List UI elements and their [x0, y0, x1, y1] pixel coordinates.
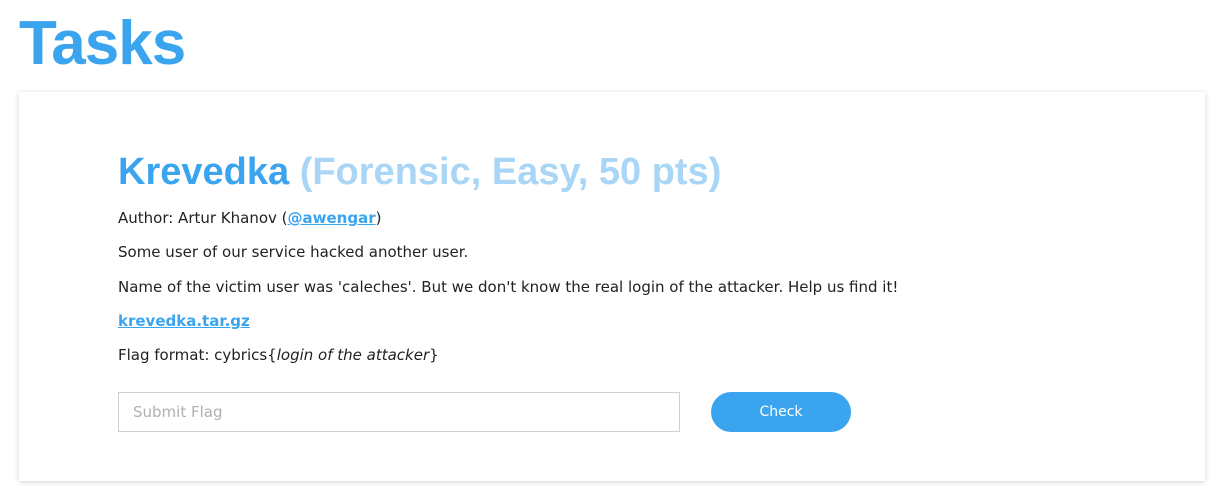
flag-input[interactable]	[118, 392, 680, 432]
author-handle-link[interactable]: @awengar	[288, 209, 376, 227]
flag-format: Flag format: cybrics{login of the attack…	[118, 345, 439, 365]
task-meta: (Forensic, Easy, 50 pts)	[299, 151, 722, 193]
file-download-link[interactable]: krevedka.tar.gz	[118, 312, 250, 330]
task-file: krevedka.tar.gz	[118, 311, 250, 331]
task-card: Krevedka (Forensic, Easy, 50 pts) Author…	[19, 92, 1205, 481]
flag-format-suffix: }	[429, 346, 439, 364]
task-author: Author: Artur Khanov (@awengar)	[118, 208, 381, 228]
task-description-1: Some user of our service hacked another …	[118, 243, 469, 261]
flag-format-placeholder: login of the attacker	[276, 346, 430, 364]
task-description-2: Name of the victim user was 'caleches'. …	[118, 278, 899, 296]
task-name: Krevedka	[118, 151, 290, 193]
check-button[interactable]: Check	[711, 392, 851, 432]
task-title: Krevedka (Forensic, Easy, 50 pts)	[118, 148, 721, 196]
author-prefix: Author: Artur Khanov (	[118, 209, 288, 227]
page-title: Tasks	[19, 9, 186, 78]
author-suffix: )	[375, 209, 382, 227]
flag-format-prefix: Flag format: cybrics{	[118, 346, 277, 364]
